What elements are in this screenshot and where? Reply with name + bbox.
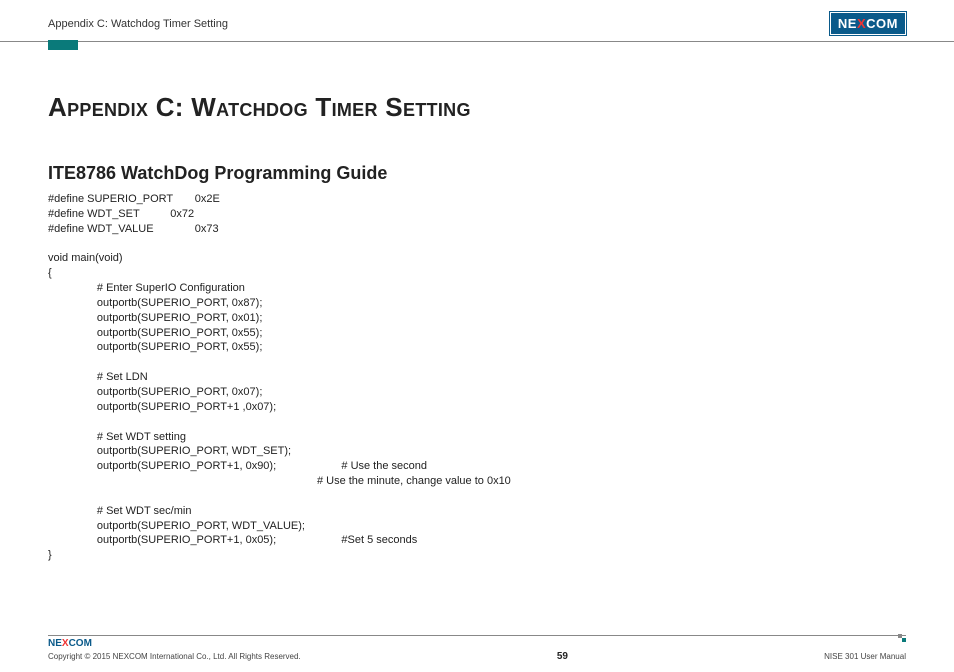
footer-copyright: Copyright © 2015 NEXCOM International Co… [48, 652, 301, 661]
header-breadcrumb: Appendix C: Watchdog Timer Setting [48, 18, 228, 30]
footer-logo-post: COM [69, 638, 92, 649]
footer-manual-name: NISE 301 User Manual [824, 652, 906, 661]
code-block: #define SUPERIO_PORT 0x2E #define WDT_SE… [48, 192, 906, 563]
logo-text-x: X [857, 16, 866, 31]
footer-corner-mark [898, 634, 906, 644]
page-footer: NEXCOM Copyright © 2015 NEXCOM Internati… [48, 635, 906, 662]
page-title: Appendix C: Watchdog Timer Setting [48, 92, 906, 123]
logo-text-pre: NE [838, 16, 857, 31]
footer-logo-x: X [62, 638, 69, 649]
side-accent-block [48, 40, 78, 50]
footer-page-number: 59 [557, 651, 568, 662]
logo-text-post: COM [866, 16, 898, 31]
footer-logo: NEXCOM [48, 638, 906, 649]
nexcom-logo: NEXCOM [830, 12, 906, 35]
footer-logo-pre: NE [48, 638, 62, 649]
section-subtitle: ITE8786 WatchDog Programming Guide [48, 163, 906, 184]
